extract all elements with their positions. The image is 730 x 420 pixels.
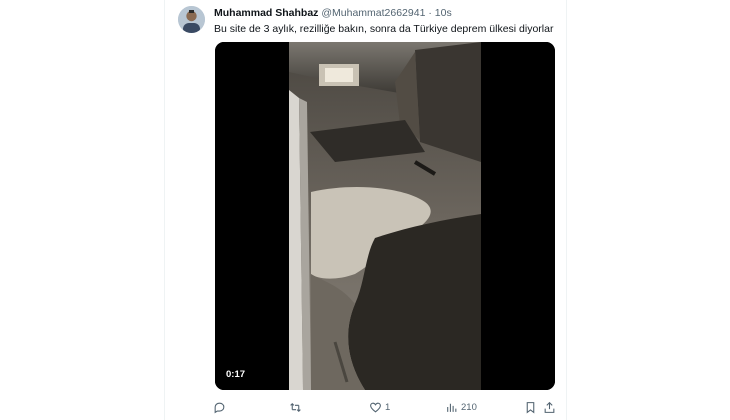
share-icon [543,401,556,414]
left-column [0,0,165,420]
timestamp[interactable]: 10s [435,7,452,19]
reply-button[interactable] [213,398,229,416]
tweet-text: Bu site de 3 aylık, rezilliğe bakın, son… [214,23,554,35]
separator-dot: · [428,7,432,19]
video-duration: 0:17 [223,368,249,381]
tweet-card[interactable]: Muhammad Shahbaz @Muhammat2662941 · 10s … [165,0,565,420]
like-button[interactable]: 1 [369,398,390,416]
share-button[interactable] [543,398,556,416]
retweet-button[interactable] [289,398,305,416]
video-player[interactable]: 0:17 [215,42,555,390]
retweet-icon [289,401,302,414]
views-icon [445,401,458,414]
like-icon [369,401,382,414]
tweet-header: Muhammad Shahbaz @Muhammat2662941 · 10s [214,7,452,20]
author-name[interactable]: Muhammad Shahbaz [214,7,318,19]
avatar[interactable] [178,6,205,33]
reply-icon [213,401,226,414]
views-button[interactable]: 210 [445,398,477,416]
author-handle[interactable]: @Muhammat2662941 [321,7,425,19]
like-count: 1 [385,401,391,413]
bookmark-button[interactable] [524,398,537,416]
video-frame [215,42,555,390]
tweet-actions: 1 210 [209,398,561,416]
right-column [566,0,730,420]
bookmark-icon [524,401,537,414]
view-count: 210 [461,401,477,413]
